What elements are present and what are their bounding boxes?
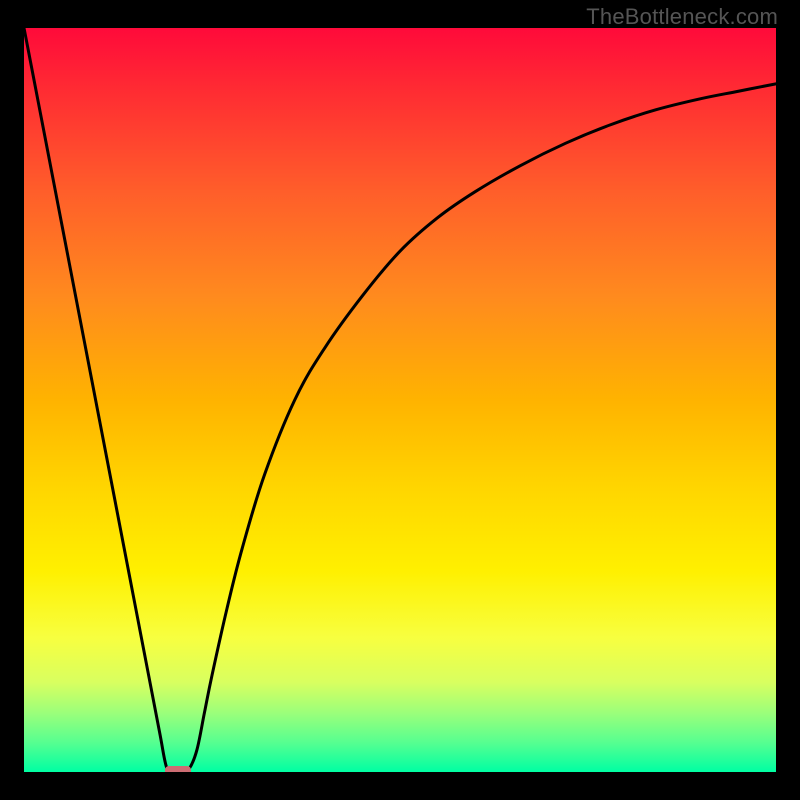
watermark-text: TheBottleneck.com — [586, 4, 778, 30]
bottleneck-curve — [24, 28, 776, 772]
optimal-range-marker — [165, 766, 192, 772]
curve-svg — [24, 28, 776, 772]
plot-area — [24, 28, 776, 772]
chart-frame: TheBottleneck.com — [0, 0, 800, 800]
